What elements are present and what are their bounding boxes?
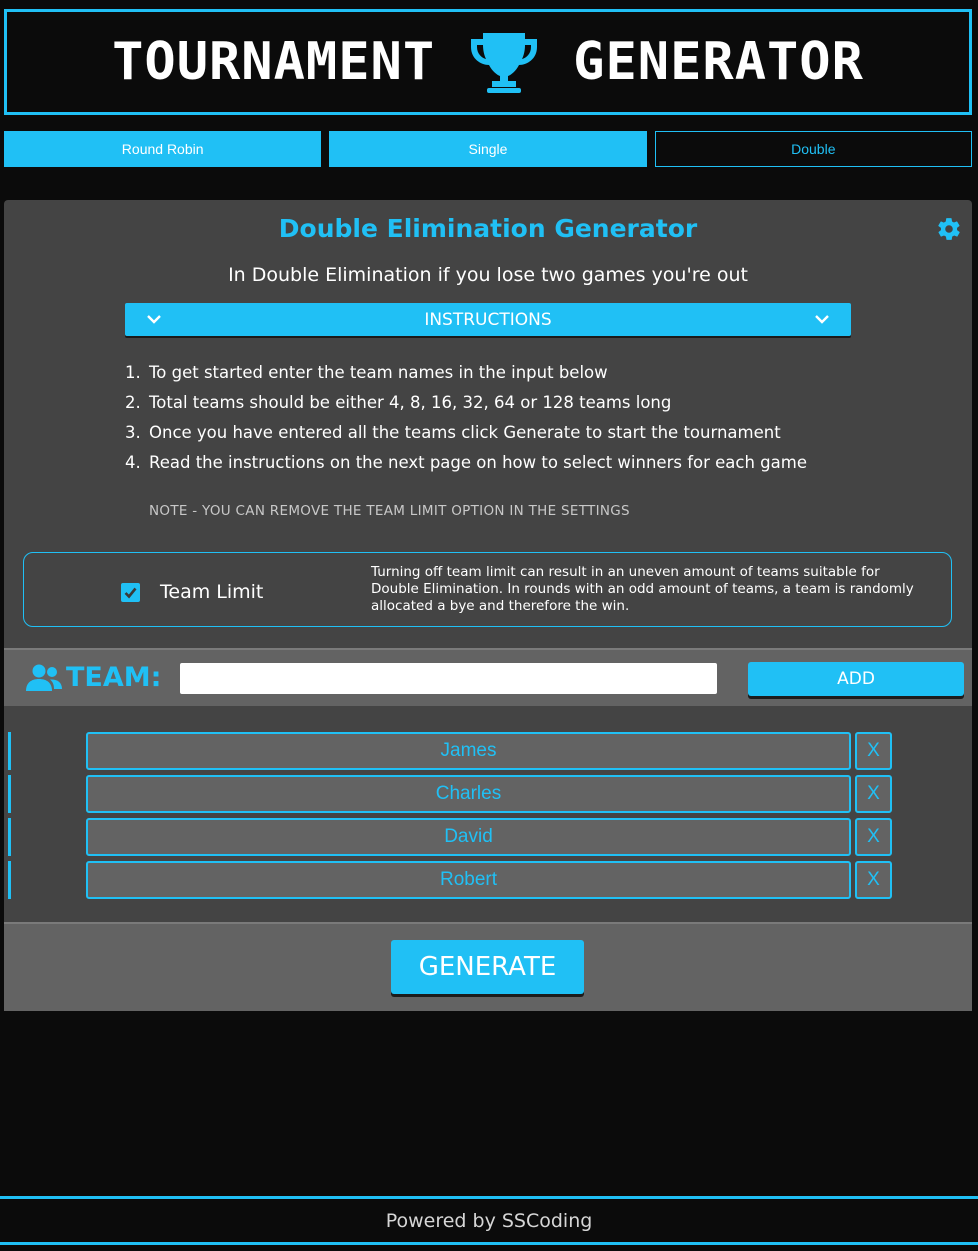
users-icon <box>26 664 62 691</box>
list-item: Charles X <box>4 775 972 813</box>
list-item: Robert X <box>4 861 972 899</box>
remove-team-button[interactable]: X <box>855 818 892 856</box>
page-title: Double Elimination Generator <box>278 214 698 243</box>
team-limit-box: Team Limit Turning off team limit can re… <box>23 552 952 627</box>
instructions-toggle[interactable]: INSTRUCTIONS <box>125 303 851 336</box>
list-item: James X <box>4 732 972 770</box>
footer-text: Powered by SSCoding <box>385 1209 593 1232</box>
add-team-button[interactable]: ADD <box>748 662 964 696</box>
team-limit-checkbox[interactable] <box>121 583 140 602</box>
app-header: TOURNAMENT GENERATOR <box>4 9 972 115</box>
team-name-input[interactable] <box>180 663 717 694</box>
gear-icon[interactable] <box>936 216 962 242</box>
tab-double[interactable]: Double <box>654 131 972 167</box>
row-accent <box>8 818 11 856</box>
list-item: David X <box>4 818 972 856</box>
list-item: 4. Read the instructions on the next pag… <box>125 453 807 472</box>
tab-single[interactable]: Single <box>329 131 647 167</box>
tab-round-robin[interactable]: Round Robin <box>4 131 322 167</box>
team-name[interactable]: David <box>86 818 851 856</box>
remove-team-button[interactable]: X <box>855 775 892 813</box>
row-accent <box>8 861 11 899</box>
generate-area: GENERATE <box>4 922 972 1011</box>
header-title-left: TOURNAMENT <box>112 32 436 92</box>
footer: Powered by SSCoding <box>0 1196 978 1245</box>
chevron-down-icon <box>815 315 829 324</box>
header-title-right: GENERATOR <box>573 32 864 92</box>
instructions-list: 1. To get started enter the team names i… <box>125 362 825 482</box>
trophy-icon <box>471 33 538 93</box>
team-name[interactable]: James <box>86 732 851 770</box>
team-name[interactable]: Charles <box>86 775 851 813</box>
team-entry-bar: TEAM: ADD <box>4 648 972 706</box>
team-limit-label: Team Limit <box>160 581 264 603</box>
list-item: 3. Once you have entered all the teams c… <box>125 423 781 442</box>
remove-team-button[interactable]: X <box>855 732 892 770</box>
remove-team-button[interactable]: X <box>855 861 892 899</box>
chevron-down-icon <box>147 315 161 324</box>
checkmark-icon <box>124 587 137 599</box>
list-item: 2. Total teams should be either 4, 8, 16… <box>125 393 672 412</box>
instructions-label: INSTRUCTIONS <box>424 309 552 330</box>
row-accent <box>8 775 11 813</box>
settings-note: NOTE - YOU CAN REMOVE THE TEAM LIMIT OPT… <box>149 503 630 519</box>
panel-subtitle: In Double Elimination if you lose two ga… <box>228 264 748 286</box>
team-list: James X Charles X David X Robert X <box>4 706 972 922</box>
team-label: TEAM: <box>66 662 162 693</box>
generate-button[interactable]: GENERATE <box>391 940 584 994</box>
list-item: 1. To get started enter the team names i… <box>125 363 608 382</box>
row-accent <box>8 732 11 770</box>
team-limit-description: Turning off team limit can result in an … <box>371 564 914 614</box>
mode-tabs: Round Robin Single Double <box>4 131 972 168</box>
team-name[interactable]: Robert <box>86 861 851 899</box>
generator-panel: Double Elimination Generator In Double E… <box>4 200 972 648</box>
